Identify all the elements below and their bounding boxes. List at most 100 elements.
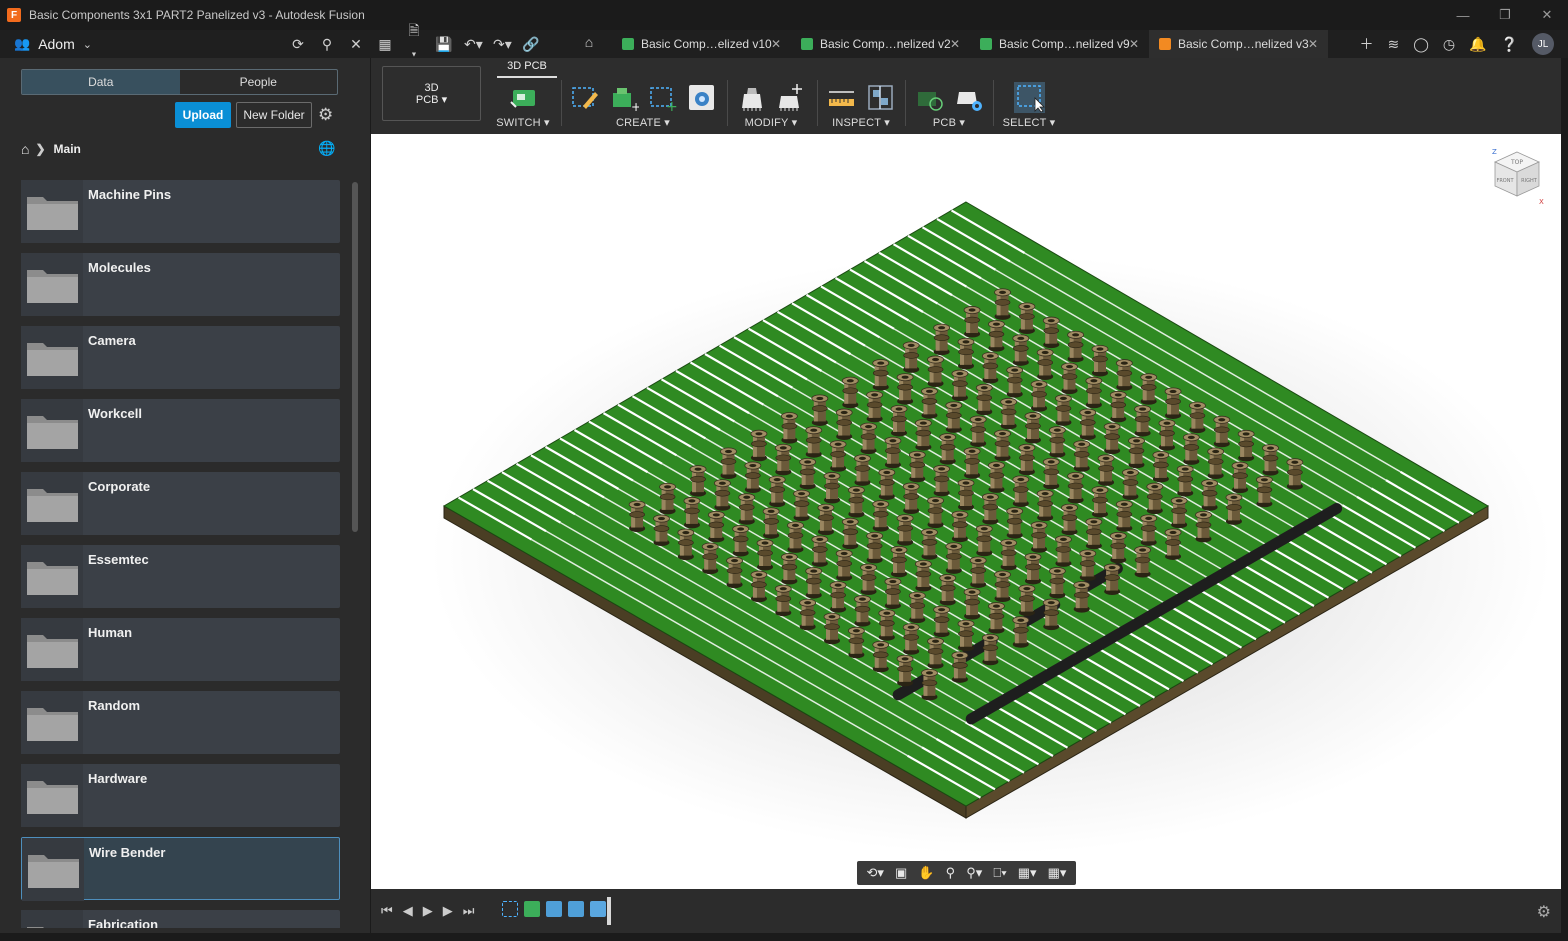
go-to-start-icon[interactable]: ⏮ bbox=[381, 903, 393, 919]
home-icon[interactable]: ⌂ bbox=[21, 141, 29, 157]
go-to-end-icon[interactable]: ⏭ bbox=[463, 903, 475, 919]
close-window-button[interactable]: ✕ bbox=[1526, 0, 1568, 30]
section-analysis-icon[interactable] bbox=[865, 82, 896, 113]
tab-data[interactable]: Data bbox=[22, 70, 180, 94]
workspace-switcher-button[interactable]: 3D PCB ▾ bbox=[382, 66, 481, 121]
pan-icon[interactable]: ✋ bbox=[918, 865, 934, 881]
notifications-icon[interactable]: 🔔 bbox=[1469, 36, 1486, 53]
folder-item[interactable]: Hardware bbox=[21, 764, 340, 827]
pin-collar bbox=[939, 584, 956, 592]
play-icon[interactable]: ▶ bbox=[423, 903, 433, 919]
step-back-icon[interactable]: ◀ bbox=[403, 903, 413, 919]
gear-icon[interactable]: ⚙ bbox=[1537, 902, 1551, 922]
close-panel-icon[interactable]: ✕ bbox=[348, 36, 364, 53]
new-tab-icon[interactable]: ＋ bbox=[1360, 34, 1374, 54]
apps-grid-icon[interactable]: ▦ bbox=[377, 36, 393, 53]
document-tab-2[interactable]: Basic Comp…nelized v2 ✕ bbox=[791, 30, 970, 58]
folder-item[interactable]: Machine Pins bbox=[21, 180, 340, 243]
machine-pin bbox=[683, 496, 701, 529]
sketch-outline-icon[interactable] bbox=[569, 82, 600, 113]
restore-button[interactable]: ❐ bbox=[1484, 0, 1526, 30]
timeline-component-feature[interactable] bbox=[524, 901, 540, 917]
viewcube[interactable]: TOP FRONT RIGHT Z X bbox=[1487, 146, 1547, 206]
create-component-icon[interactable]: + bbox=[608, 82, 639, 113]
globe-icon[interactable]: 🌐 bbox=[318, 140, 335, 157]
inspect-group-label[interactable]: INSPECT ▾ bbox=[825, 116, 897, 129]
pin-hole bbox=[877, 502, 885, 506]
new-folder-button[interactable]: New Folder bbox=[236, 102, 312, 128]
folder-list-scrollbar[interactable] bbox=[352, 182, 358, 532]
folder-item[interactable]: Random bbox=[21, 691, 340, 754]
redo-icon[interactable]: ↷▾ bbox=[493, 36, 512, 53]
measure-icon[interactable] bbox=[826, 82, 857, 113]
3d-viewport[interactable]: TOP FRONT RIGHT Z X ⟲▾ ▣ ✋ ⚲ ⚲▾ ⎕▾ ▦▾ ▦▾ bbox=[371, 134, 1561, 889]
tab-3d-pcb[interactable]: 3D PCB bbox=[497, 58, 557, 78]
move-component-icon[interactable] bbox=[736, 82, 767, 113]
tab-people[interactable]: People bbox=[180, 70, 338, 94]
folder-item[interactable]: Essemtec bbox=[21, 545, 340, 608]
timeline-add-feature[interactable] bbox=[590, 901, 606, 917]
folder-item[interactable]: Molecules bbox=[21, 253, 340, 316]
create-group-label[interactable]: CREATE ▾ bbox=[569, 116, 717, 129]
document-tab-4-active[interactable]: Basic Comp…nelized v3 ✕ bbox=[1149, 30, 1328, 58]
pin-hole bbox=[932, 639, 940, 643]
folder-item[interactable]: Fabrication bbox=[21, 910, 340, 928]
grid-settings-icon[interactable]: ▦▾ bbox=[1018, 865, 1037, 881]
folder-item[interactable]: Corporate bbox=[21, 472, 340, 535]
display-settings-icon[interactable]: ⎕▾ bbox=[993, 865, 1006, 881]
pcb-group-label[interactable]: PCB ▾ bbox=[913, 116, 985, 129]
gear-icon[interactable]: ⚙ bbox=[318, 105, 333, 125]
search-icon[interactable]: ⚲ bbox=[319, 36, 335, 53]
modify-group-label[interactable]: MODIFY ▾ bbox=[735, 116, 807, 129]
timeline-image-feature[interactable] bbox=[546, 901, 562, 917]
home-icon[interactable]: ⌂ bbox=[578, 34, 600, 54]
folder-item[interactable]: Camera bbox=[21, 326, 340, 389]
align-components-icon[interactable] bbox=[775, 82, 806, 113]
clock-icon[interactable]: ◷ bbox=[1443, 36, 1455, 53]
timeline-marker[interactable] bbox=[607, 897, 611, 925]
pin-hole bbox=[865, 565, 873, 570]
folder-item[interactable]: Wire Bender bbox=[21, 837, 340, 901]
close-tab-icon[interactable]: ✕ bbox=[1308, 37, 1318, 51]
timeline-image-feature[interactable] bbox=[568, 901, 584, 917]
upload-button[interactable]: Upload bbox=[175, 102, 231, 128]
pin-collar bbox=[933, 616, 950, 623]
breadcrumb-current[interactable]: Main bbox=[54, 142, 81, 156]
add-board-outline-icon[interactable]: + bbox=[647, 82, 678, 113]
viewports-icon[interactable]: ▦▾ bbox=[1048, 865, 1067, 881]
select-group-label[interactable]: SELECT ▾ bbox=[1001, 116, 1057, 129]
pcb-link-icon[interactable] bbox=[914, 82, 945, 113]
switch-to-pcb-icon[interactable] bbox=[508, 82, 539, 113]
minimize-button[interactable]: — bbox=[1442, 0, 1484, 30]
close-tab-icon[interactable]: ✕ bbox=[771, 37, 781, 51]
orbit-icon[interactable]: ⟲▾ bbox=[867, 865, 884, 881]
folder-item[interactable]: Workcell bbox=[21, 399, 340, 462]
close-tab-icon[interactable]: ✕ bbox=[950, 37, 960, 51]
switch-group-label[interactable]: SWITCH ▾ bbox=[495, 116, 551, 129]
close-tab-icon[interactable]: ✕ bbox=[1129, 37, 1139, 51]
timeline-sketch-feature[interactable] bbox=[502, 901, 518, 917]
zoom-icon[interactable]: ⚲ bbox=[946, 865, 956, 881]
team-switcher[interactable]: 👥 Adom ⌄ bbox=[14, 36, 92, 52]
pin-hole bbox=[1078, 583, 1086, 587]
job-status-icon[interactable]: ◯ bbox=[1413, 36, 1429, 53]
refresh-icon[interactable]: ⟳ bbox=[290, 36, 306, 53]
step-forward-icon[interactable]: ▶ bbox=[443, 903, 453, 919]
pcb-3d-model[interactable] bbox=[371, 134, 1561, 889]
place-3d-model-icon[interactable] bbox=[686, 82, 717, 113]
document-tab-1[interactable]: Basic Comp…elized v10 ✕ bbox=[612, 30, 791, 58]
window-select-icon[interactable] bbox=[1013, 81, 1045, 113]
avatar[interactable]: JL bbox=[1532, 33, 1554, 55]
help-icon[interactable]: ❔ bbox=[1501, 36, 1518, 53]
save-icon[interactable]: 💾 bbox=[435, 36, 452, 53]
pcb-settings-icon[interactable] bbox=[953, 82, 984, 113]
extensions-icon[interactable]: ≋ bbox=[1388, 36, 1400, 53]
link-icon[interactable]: 🔗 bbox=[522, 36, 539, 53]
document-tab-3[interactable]: Basic Comp…nelized v9 ✕ bbox=[970, 30, 1149, 58]
look-at-icon[interactable]: ▣ bbox=[895, 865, 907, 881]
folder-item[interactable]: Human bbox=[21, 618, 340, 681]
machine-pin bbox=[1091, 486, 1109, 518]
undo-icon[interactable]: ↶▾ bbox=[464, 36, 483, 53]
zoom-window-icon[interactable]: ⚲▾ bbox=[966, 865, 982, 881]
machine-pin bbox=[1073, 581, 1091, 613]
